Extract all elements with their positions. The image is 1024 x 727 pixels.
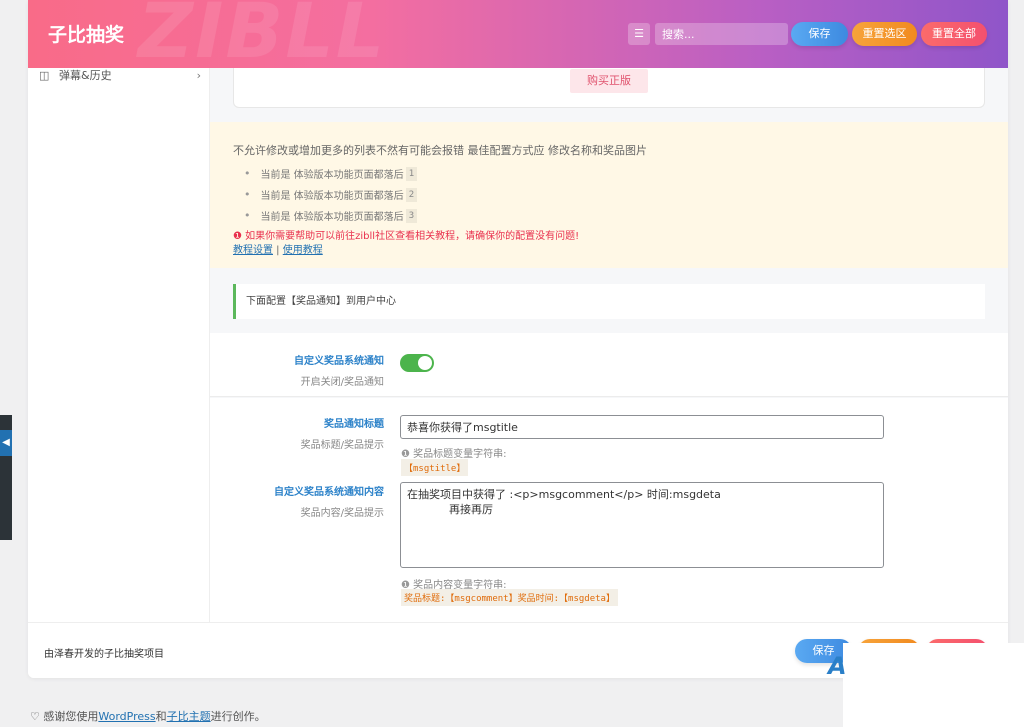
reset-section-button[interactable]: 重置选区 [852,22,917,46]
title-variable-code: 【msgtitle】 [401,459,469,476]
footer-credit: 由泽春开发的子比抽奖项目 [44,649,164,660]
overlay-corner [843,643,1024,727]
notice-list: 当前是 体验版本功能页面都落后1 当前是 体验版本功能页面都落后2 当前是 体验… [244,163,418,226]
notice-links: 教程设置 | 使用教程 [233,245,323,256]
notify-content-textarea[interactable]: 在抽奖项目中获得了 :<p>msgcomment</p> 时间:msgdeta … [400,482,884,568]
notice-warning: ❶ 如果你需要帮助可以前往zibll社区查看相关教程，请确保你的配置没有问题! [233,231,580,242]
field-notify-toggle: 自定义奖品系统通知 开启关闭/奖品通知 [210,333,1008,397]
reset-all-button[interactable]: 重置全部 [921,22,987,46]
field-label: 自定义奖品系统通知 开启关闭/奖品通知 [294,356,384,388]
brand-watermark: ZIBLL [138,0,387,68]
wordpress-link[interactable]: WordPress [98,710,155,723]
list-item: 当前是 体验版本功能页面都落后3 [244,205,418,226]
notice-title: 不允许修改或增加更多的列表不然有可能会报错 最佳配置方式应 修改名称和奖品图片 [233,144,647,157]
notify-title-input[interactable] [400,415,884,439]
options-header: ZIBLL 子比抽奖 ☰ 保存 重置选区 重置全部 [28,0,1008,68]
save-button[interactable]: 保存 [791,22,848,46]
title-hint: ❶ 奖品标题变量字符串: [401,449,507,460]
wp-footer-credit: ♡ 感谢您使用WordPress和子比主题进行创作。 [30,710,266,723]
field-label: 奖品通知标题 奖品标题/奖品提示 [300,419,384,451]
usage-tutorial-link[interactable]: 使用教程 [283,245,323,256]
page-title: 子比抽奖 [48,24,125,46]
section-heading: 下面配置【奖品通知】到用户中心 [233,284,985,319]
theme-link[interactable]: 子比主题 [167,710,211,723]
buy-license-button[interactable]: 购买正版 [570,69,648,93]
list-item: 当前是 体验版本功能页面都落后1 [244,163,418,184]
sidebar-item-danmaku-history[interactable]: ◫ 弹幕&历史 › [28,67,209,83]
wp-admin-strip [0,0,28,727]
sidebar-item-label: 弹幕&历史 [59,69,112,82]
tutorial-settings-link[interactable]: 教程设置 [233,245,273,256]
logo-fragment-icon: A [828,652,847,680]
options-sidebar: ◫ 弹幕&历史 › [28,68,210,622]
list-icon[interactable]: ☰ [628,23,650,45]
search-input[interactable] [655,23,788,45]
collapse-menu-icon[interactable]: ◀ [0,430,12,456]
field-notify-title: 奖品通知标题 奖品标题/奖品提示 ❶ 奖品标题变量字符串: 【msgtitle】… [210,398,1008,622]
notice-box: 不允许修改或增加更多的列表不然有可能会报错 最佳配置方式应 修改名称和奖品图片 … [210,122,1008,268]
content-variable-code: 奖品标题:【msgcomment】奖品时间:【msgdeta】 [401,589,618,606]
heart-icon: ♡ [30,710,40,723]
list-item: 当前是 体验版本功能页面都落后2 [244,184,418,205]
field-label: 自定义奖品系统通知内容 奖品内容/奖品提示 [274,487,384,519]
chevron-right-icon: › [196,68,201,82]
book-icon: ◫ [39,68,50,82]
notify-switch[interactable] [400,354,434,372]
